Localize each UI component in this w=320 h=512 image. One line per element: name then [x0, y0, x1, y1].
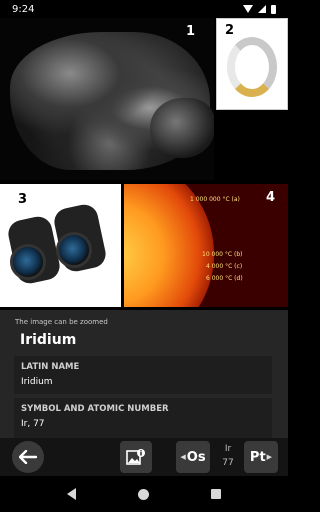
system-nav-bar	[0, 476, 288, 512]
zoom-hint: The image can be zoomed	[15, 318, 108, 326]
nav-home-icon[interactable]	[138, 488, 149, 500]
photo-sun[interactable]: 1 000 000 °C (a) 10 000 °C (b) 4 000 °C …	[124, 184, 288, 307]
current-element-symbol: Ir	[224, 444, 232, 454]
chevron-left-icon: ◀	[180, 453, 186, 461]
photo-binoculars[interactable]: 3	[0, 184, 121, 307]
status-bar: 9:24	[0, 0, 288, 18]
element-title: Iridium	[20, 332, 77, 348]
latin-name-label: LATIN NAME	[21, 362, 80, 372]
sun-annotation-b: 10 000 °C (b)	[202, 251, 243, 258]
chevron-right-icon: ▶	[266, 453, 273, 461]
nugget-fragment-image	[150, 98, 214, 158]
photo-iridium-nugget[interactable]: 1	[0, 18, 214, 180]
next-element-button[interactable]: Pt ▶	[244, 441, 278, 473]
wifi-icon	[243, 5, 253, 13]
latin-name-value: Iridium	[21, 377, 53, 387]
action-bar: ◀ Os Ir 77 Pt ▶	[0, 438, 288, 476]
photo-number-2: 2	[225, 23, 235, 38]
info-panel[interactable]: The image can be zoomed Iridium LATIN NA…	[0, 310, 288, 438]
binocular-right-lens	[56, 232, 92, 268]
photo-number-3: 3	[18, 192, 28, 207]
next-element-symbol: Pt	[249, 449, 266, 465]
current-element-number: 77	[222, 458, 234, 468]
image-info-icon	[126, 449, 145, 465]
back-button[interactable]	[12, 441, 44, 473]
status-time: 9:24	[12, 3, 35, 15]
previous-element-symbol: Os	[186, 449, 206, 465]
photo-gallery[interactable]: 1 2 3 1 000 000 °C (a) 10 000 °C (b) 4 0…	[0, 18, 288, 307]
ring-image	[227, 37, 277, 97]
sun-annotation-c: 4 000 °C (c)	[206, 263, 243, 270]
symbol-number-value: Ir, 77	[21, 419, 45, 429]
nav-recents-icon[interactable]	[211, 489, 221, 499]
latin-name-row: LATIN NAME Iridium	[14, 356, 272, 394]
status-icons	[243, 4, 276, 14]
nav-back-icon[interactable]	[67, 488, 76, 500]
symbol-number-label: SYMBOL AND ATOMIC NUMBER	[21, 404, 169, 414]
photo-number-1: 1	[186, 24, 196, 39]
symbol-number-row: SYMBOL AND ATOMIC NUMBER Ir, 77	[14, 398, 272, 438]
image-info-button[interactable]	[120, 441, 152, 473]
binocular-left-lens	[10, 244, 46, 280]
sun-annotation-a: 1 000 000 °C (a)	[190, 196, 240, 203]
signal-icon	[258, 5, 266, 13]
arrow-left-icon	[19, 450, 37, 464]
photo-ring[interactable]: 2	[216, 18, 288, 110]
battery-icon	[271, 4, 276, 14]
sun-annotation-d: 6 000 °C (d)	[206, 275, 243, 282]
previous-element-button[interactable]: ◀ Os	[176, 441, 210, 473]
photo-number-4: 4	[266, 190, 276, 205]
